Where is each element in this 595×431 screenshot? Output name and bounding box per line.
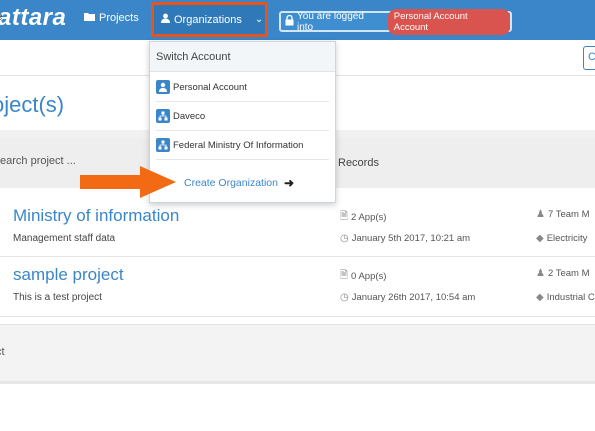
top-navbar: attara Projects Organizations ⌄ You are … bbox=[0, 0, 595, 40]
bottom-panel-text: ct bbox=[0, 346, 5, 358]
nav-organizations-label: Organizations bbox=[174, 13, 242, 26]
create-organization-label: Create Organization bbox=[184, 177, 278, 189]
dropdown-item-daveco[interactable]: Daveco bbox=[156, 102, 329, 131]
tag-icon: ◆ bbox=[536, 292, 544, 303]
arrow-right-icon: ➜ bbox=[283, 176, 295, 190]
project-title-link[interactable]: sample project bbox=[13, 265, 124, 285]
page-title: oject(s) bbox=[0, 92, 65, 117]
apps-count: 🗎 0 App(s) bbox=[340, 268, 386, 285]
created-date-text: January 5th 2017, 10:21 am bbox=[351, 233, 471, 244]
create-organization-link[interactable]: Create Organization ➜ bbox=[184, 176, 294, 190]
project-tag: ◆ Industrial C bbox=[536, 292, 595, 303]
nav-projects-link[interactable]: Projects bbox=[84, 12, 139, 24]
project-tag-text: Electricity bbox=[546, 233, 588, 244]
login-status-text: You are logged into bbox=[297, 10, 364, 33]
project-description: Management staff data bbox=[13, 233, 116, 244]
secondary-bar-text: e bbox=[0, 9, 3, 23]
project-title-link[interactable]: Ministry of information bbox=[13, 206, 179, 226]
chevron-down-icon: ⌄ bbox=[254, 14, 264, 25]
dropdown-item-label: Federal Ministry Of Information bbox=[173, 139, 304, 151]
users-icon: ♟ bbox=[536, 268, 545, 279]
clock-icon: ◷ bbox=[340, 292, 349, 303]
folder-icon bbox=[84, 12, 95, 24]
search-project-input[interactable]: earch project ... bbox=[0, 155, 76, 167]
team-members-text: 2 Team M bbox=[547, 268, 590, 279]
dropdown-item-personal-account[interactable]: Personal Account bbox=[156, 73, 329, 102]
users-icon: ♟ bbox=[536, 209, 545, 220]
lock-icon bbox=[285, 14, 294, 29]
nav-projects-label: Projects bbox=[99, 12, 139, 24]
created-date-text: January 26th 2017, 10:54 am bbox=[351, 292, 476, 303]
team-members-text: 7 Team M bbox=[547, 209, 590, 220]
project-tag-text: Industrial C bbox=[546, 292, 595, 303]
table-row: sample project This is a test project 🗎 … bbox=[0, 257, 595, 317]
users-icon bbox=[160, 13, 171, 26]
user-icon bbox=[156, 80, 170, 94]
brand-logo[interactable]: attara bbox=[0, 4, 66, 32]
login-status-badge: You are logged into Personal Account Acc… bbox=[279, 8, 512, 35]
dropdown-header: Switch Account bbox=[150, 42, 335, 72]
apps-count-text: 2 App(s) bbox=[351, 212, 387, 223]
created-date: ◷ January 5th 2017, 10:21 am bbox=[340, 233, 470, 244]
dropdown-item-label: Daveco bbox=[173, 110, 206, 122]
project-tag: ◆ Electricity bbox=[536, 233, 587, 244]
team-members: ♟ 7 Team M bbox=[536, 209, 590, 220]
nav-organizations-dropdown[interactable]: Organizations ⌄ bbox=[151, 2, 268, 37]
bottom-panel bbox=[0, 324, 595, 384]
secondary-bar-button[interactable]: C bbox=[583, 46, 595, 70]
org-icon bbox=[156, 109, 170, 123]
table-row: Ministry of information Management staff… bbox=[0, 197, 595, 257]
created-date: ◷ January 26th 2017, 10:54 am bbox=[340, 292, 475, 303]
org-icon bbox=[156, 138, 170, 152]
apps-count-text: 0 App(s) bbox=[351, 271, 387, 282]
dropdown-item-federal-ministry[interactable]: Federal Ministry Of Information bbox=[156, 131, 329, 160]
records-column-header: Records bbox=[338, 157, 379, 169]
file-icon: 🗎 bbox=[340, 211, 349, 222]
clock-icon: ◷ bbox=[340, 233, 349, 244]
project-description: This is a test project bbox=[13, 292, 102, 303]
apps-count: 🗎 2 App(s) bbox=[340, 209, 386, 226]
dropdown-item-label: Personal Account bbox=[173, 81, 247, 93]
annotation-arrow-icon bbox=[80, 166, 176, 198]
team-members: ♟ 2 Team M bbox=[536, 268, 590, 279]
account-pill: Personal Account Account bbox=[387, 8, 510, 35]
tag-icon: ◆ bbox=[536, 233, 544, 244]
file-icon: 🗎 bbox=[340, 270, 349, 281]
